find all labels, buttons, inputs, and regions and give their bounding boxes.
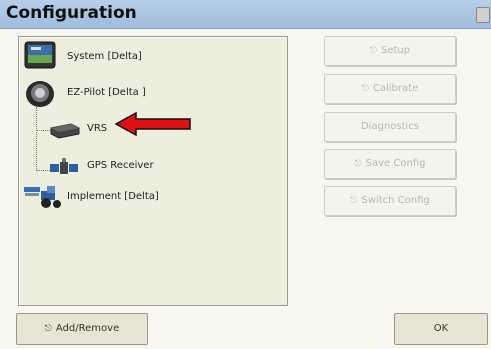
tree-item-label: EZ-Pilot [Delta ] — [67, 87, 146, 98]
setup-button-label: Setup — [381, 45, 411, 56]
tree-item-label: VRS — [87, 123, 108, 134]
lock-icon: ⎋ — [369, 46, 377, 56]
tree-connector — [36, 130, 50, 131]
tree-item-ez-pilot[interactable]: EZ-Pilot [Delta ] — [19, 77, 279, 111]
calibrate-button[interactable]: ⎋ Calibrate — [324, 74, 456, 104]
tree-item-label: GPS Receiver — [87, 160, 154, 171]
lock-icon: ⎋ — [350, 196, 358, 206]
window-title: Configuration — [6, 3, 137, 23]
add-remove-button[interactable]: ⎋ Add/Remove — [16, 313, 148, 345]
window-menu-icon[interactable] — [476, 7, 490, 23]
tree-item-label: Implement [Delta] — [67, 191, 159, 202]
lock-icon: ⎋ — [44, 324, 52, 334]
add-remove-button-label: Add/Remove — [55, 323, 120, 334]
tractor-icon — [24, 186, 61, 208]
modem-icon — [50, 123, 80, 139]
ok-button[interactable]: OK — [394, 313, 488, 345]
switch-config-button[interactable]: ⎋ Switch Config — [324, 186, 456, 216]
tree-item-system[interactable]: System [Delta] — [19, 37, 279, 77]
diagnostics-button[interactable]: Diagnostics — [324, 112, 456, 142]
save-config-button-label: Save Config — [365, 158, 426, 169]
save-config-button[interactable]: ⎋ Save Config — [324, 149, 456, 179]
switch-config-button-label: Switch Config — [361, 195, 430, 206]
display-icon — [24, 41, 56, 69]
ok-button-label: OK — [433, 323, 449, 334]
red-arrow-icon — [114, 111, 191, 137]
calibrate-button-label: Calibrate — [372, 83, 419, 94]
configuration-tree: System [Delta] EZ-Pilot [Delta ] VRS GPS… — [18, 36, 288, 306]
satellite-icon — [50, 158, 78, 174]
title-bar: Configuration — [0, 0, 491, 29]
lock-icon: ⎋ — [361, 84, 369, 94]
steering-motor-icon — [26, 81, 54, 107]
lock-icon: ⎋ — [354, 159, 362, 169]
tree-connector — [36, 170, 50, 171]
setup-button[interactable]: ⎋ Setup — [324, 36, 456, 66]
tree-item-implement[interactable]: Implement [Delta] — [19, 184, 279, 212]
tree-item-label: System [Delta] — [67, 51, 142, 62]
tree-item-gps-receiver[interactable]: GPS Receiver — [49, 154, 279, 180]
tree-connector — [36, 107, 37, 171]
diagnostics-button-label: Diagnostics — [360, 121, 420, 132]
